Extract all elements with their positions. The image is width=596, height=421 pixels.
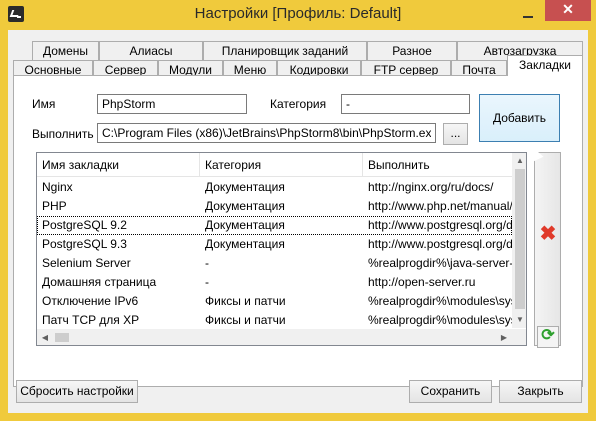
- item-exec: http://www.postgresql.org/docs/9.2/: [368, 218, 512, 232]
- refresh-button[interactable]: ⟳: [537, 326, 559, 348]
- item-name: Nginx: [42, 180, 73, 194]
- close-icon: ✕: [562, 1, 574, 17]
- item-name: PostgreSQL 9.3: [42, 237, 127, 251]
- dialog-client-area: Домены Алиасы Планировщик заданий Разное…: [8, 30, 588, 413]
- vertical-scroll-thumb[interactable]: [515, 169, 525, 309]
- title-bar[interactable]: Настройки [Профиль: Default] ✕: [0, 0, 596, 30]
- item-category: Документация: [205, 199, 285, 213]
- item-exec: http://nginx.org/ru/docs/: [368, 180, 494, 194]
- scroll-left-icon[interactable]: ◀: [37, 330, 53, 345]
- list-item[interactable]: Selenium Server - %realprogdir%\java-ser…: [37, 254, 512, 273]
- item-exec: %realprogdir%\modules\system: [368, 294, 512, 308]
- scroll-right-icon[interactable]: ▶: [496, 330, 512, 345]
- item-category: Документация: [205, 180, 285, 194]
- column-header-exec[interactable]: Выполнить: [363, 153, 512, 177]
- category-label: Категория: [270, 97, 327, 111]
- list-header: Имя закладки Категория Выполнить: [37, 153, 512, 177]
- tab-scheduler[interactable]: Планировщик заданий: [203, 41, 367, 60]
- minimize-button[interactable]: [515, 4, 541, 24]
- item-name: PostgreSQL 9.2: [42, 218, 127, 232]
- list-item-selected[interactable]: PostgreSQL 9.2 Документация http://www.p…: [37, 216, 512, 235]
- add-button[interactable]: Добавить: [479, 94, 560, 142]
- column-header-name[interactable]: Имя закладки: [37, 153, 200, 177]
- window-title: Настройки [Профиль: Default]: [194, 5, 402, 22]
- refresh-icon: ⟳: [541, 327, 555, 344]
- exec-input[interactable]: [97, 123, 436, 143]
- column-header-category[interactable]: Категория: [200, 153, 363, 177]
- list-item[interactable]: Домашняя страница - http://open-server.r…: [37, 273, 512, 292]
- name-label: Имя: [32, 97, 56, 111]
- list-item[interactable]: PostgreSQL 9.3 Документация http://www.p…: [37, 235, 512, 254]
- save-button[interactable]: Сохранить: [409, 380, 492, 403]
- tab-aliases[interactable]: Алиасы: [99, 41, 203, 60]
- item-exec: %realprogdir%\java-server-runner: [368, 256, 512, 270]
- reset-settings-button[interactable]: Сбросить настройки: [16, 380, 138, 403]
- horizontal-scroll-thumb[interactable]: [55, 333, 69, 342]
- item-category: -: [205, 275, 209, 289]
- item-name: Домашняя страница: [42, 275, 157, 289]
- item-category: Документация: [205, 237, 285, 251]
- list-item[interactable]: Nginx Документация http://nginx.org/ru/d…: [37, 178, 512, 197]
- scroll-up-icon[interactable]: ▲: [512, 153, 526, 169]
- item-name: PHP: [42, 199, 67, 213]
- close-window-button[interactable]: ✕: [545, 0, 591, 21]
- item-exec: http://open-server.ru: [368, 275, 476, 289]
- tab-domains[interactable]: Домены: [32, 41, 99, 60]
- exec-label: Выполнить: [32, 127, 94, 141]
- tab-bookmarks[interactable]: Закладки: [507, 55, 583, 76]
- list-item[interactable]: PHP Документация http://www.php.net/manu…: [37, 197, 512, 216]
- item-category: Фиксы и патчи: [205, 294, 286, 308]
- name-input[interactable]: [97, 94, 247, 114]
- list-item[interactable]: Патч TCP для XP Фиксы и патчи %realprogd…: [37, 311, 512, 330]
- item-category: Документация: [205, 218, 285, 232]
- delete-icon: ✖: [539, 223, 557, 245]
- item-exec: %realprogdir%\modules\system: [368, 313, 512, 327]
- item-exec: http://www.php.net/manual/ru/: [368, 199, 512, 213]
- item-category: -: [205, 256, 209, 270]
- item-category: Фиксы и патчи: [205, 313, 286, 327]
- tab-misc[interactable]: Разное: [367, 41, 457, 60]
- browse-button[interactable]: ...: [443, 123, 468, 145]
- close-button[interactable]: Закрыть: [499, 380, 582, 403]
- delete-button[interactable]: ✖: [534, 152, 561, 346]
- scroll-down-icon[interactable]: ▼: [512, 312, 526, 328]
- vertical-scrollbar[interactable]: ▲ ▼: [512, 153, 526, 328]
- list-item[interactable]: Отключение IPv6 Фиксы и патчи %realprogd…: [37, 292, 512, 311]
- bookmarks-list[interactable]: Имя закладки Категория Выполнить Nginx Д…: [36, 152, 527, 346]
- scroll-corner: [512, 329, 526, 345]
- item-name: Отключение IPv6: [42, 294, 139, 308]
- item-exec: http://www.postgresql.org/docs/9.3/: [368, 237, 512, 251]
- item-name: Selenium Server: [42, 256, 131, 270]
- category-input[interactable]: [341, 94, 470, 114]
- horizontal-scrollbar[interactable]: ◀ ▶: [37, 329, 512, 345]
- item-name: Патч TCP для XP: [42, 313, 140, 327]
- settings-window: Настройки [Профиль: Default] ✕ Домены Ал…: [0, 0, 596, 421]
